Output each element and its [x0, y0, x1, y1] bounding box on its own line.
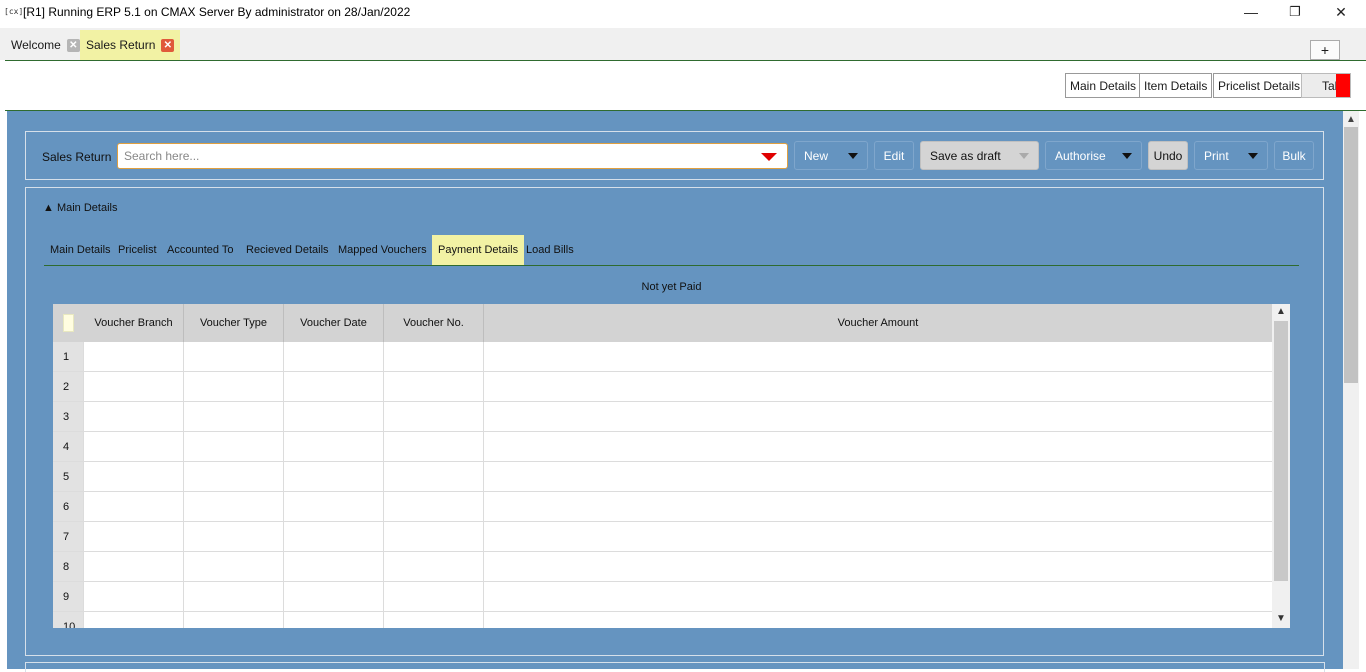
window-title: [R1] Running ERP 5.1 on CMAX Server By a… — [23, 5, 411, 19]
tab-load-bills[interactable]: Load Bills — [520, 235, 580, 265]
row-number: 5 — [63, 471, 70, 483]
print-button[interactable]: Print — [1194, 141, 1268, 170]
section-title: Main Details — [56, 202, 118, 214]
search-input[interactable] — [124, 149, 744, 163]
edit-button-label: Edit — [883, 148, 905, 163]
row-number: 2 — [63, 381, 70, 393]
column-header[interactable]: Voucher No. — [384, 304, 484, 342]
scrollbar-thumb[interactable] — [1274, 321, 1288, 581]
add-tab-button[interactable]: + — [1310, 40, 1340, 60]
table-row[interactable]: 1 — [53, 342, 1272, 372]
title-bar: [cx] [R1] Running ERP 5.1 on CMAX Server… — [0, 0, 1366, 24]
tabs-button[interactable]: Tabs — [1301, 73, 1351, 98]
close-icon: ✕ — [1335, 3, 1347, 20]
chevron-down-icon[interactable] — [1122, 153, 1132, 159]
column-divider — [383, 342, 384, 628]
table-row[interactable]: 8 — [53, 552, 1272, 582]
bulk-label: Bulk — [1282, 148, 1306, 163]
tab-recieved-details[interactable]: Recieved Details — [240, 235, 335, 265]
tab-label: Sales Return — [86, 38, 156, 52]
new-button-label: New — [804, 148, 829, 163]
undo-label: Undo — [1153, 148, 1183, 163]
table-row[interactable]: 4 — [53, 432, 1272, 462]
chevron-down-icon[interactable] — [848, 153, 858, 159]
print-label: Print — [1204, 148, 1229, 163]
scroll-down-icon[interactable]: ▼ — [1276, 613, 1286, 624]
table-row[interactable]: 2 — [53, 372, 1272, 402]
chevron-down-icon[interactable] — [1019, 153, 1029, 159]
view-toolbar: Main Details Item Details Pricelist Deta… — [5, 61, 1366, 110]
table-row[interactable]: 6 — [53, 492, 1272, 522]
scroll-up-icon[interactable]: ▲ — [1276, 306, 1286, 317]
tab-mapped-vouchers[interactable]: Mapped Vouchers — [332, 235, 433, 265]
section-header[interactable]: ▲ Main Details — [43, 202, 117, 214]
close-window-button[interactable]: ✕ — [1318, 0, 1364, 24]
tab-pricelist[interactable]: Pricelist — [112, 235, 163, 265]
collapse-icon: ▲ — [43, 202, 54, 214]
tab-main-details[interactable]: Main Details — [44, 235, 117, 265]
column-header[interactable]: Voucher Branch — [84, 304, 184, 342]
main-details-button[interactable]: Main Details — [1065, 73, 1142, 98]
column-divider — [83, 342, 84, 628]
payment-status: Not yet Paid — [641, 281, 702, 293]
document-tab-strip: Welcome ✕ Sales Return ✕ + — [0, 28, 1366, 60]
pricelist-details-button[interactable]: Pricelist Details — [1213, 73, 1306, 98]
search-field[interactable] — [117, 143, 788, 169]
tab-accounted-to[interactable]: Accounted To — [161, 235, 239, 265]
save-as-draft-button[interactable]: Save as draft — [920, 141, 1039, 170]
restore-button[interactable]: ❐ — [1272, 0, 1318, 24]
close-tab-icon[interactable]: ✕ — [66, 38, 80, 52]
restore-icon: ❐ — [1289, 4, 1301, 19]
grid-scrollbar[interactable]: ▲ ▼ — [1272, 304, 1290, 628]
new-button[interactable]: New — [794, 141, 868, 170]
row-number: 7 — [63, 531, 70, 543]
table-row[interactable]: 10 — [53, 612, 1272, 628]
row-number: 1 — [63, 351, 70, 363]
column-header[interactable]: Voucher Amount — [484, 304, 1272, 342]
column-header[interactable]: Voucher Date — [284, 304, 384, 342]
divider — [44, 265, 1299, 266]
row-number: 6 — [63, 501, 70, 513]
column-divider — [283, 342, 284, 628]
undo-button[interactable]: Undo — [1148, 141, 1188, 170]
tab-payment-details[interactable]: Payment Details — [432, 235, 525, 265]
app-logo-icon: [cx] — [4, 7, 24, 16]
save-as-draft-label: Save as draft — [930, 148, 1001, 163]
red-marker — [1336, 74, 1350, 97]
select-all-checkbox[interactable] — [63, 314, 74, 332]
table-row[interactable]: 7 — [53, 522, 1272, 552]
column-header[interactable]: Voucher Type — [184, 304, 284, 342]
row-number: 3 — [63, 411, 70, 423]
payment-grid: Voucher Branch Voucher Type Voucher Date… — [53, 304, 1290, 628]
row-number: 9 — [63, 591, 70, 603]
authorise-label: Authorise — [1055, 148, 1106, 163]
table-row[interactable]: 3 — [53, 402, 1272, 432]
edit-button[interactable]: Edit — [874, 141, 914, 170]
authorise-button[interactable]: Authorise — [1045, 141, 1142, 170]
minimize-icon: — — [1244, 4, 1258, 20]
dropdown-arrow-icon[interactable] — [761, 153, 777, 161]
row-number: 10 — [63, 621, 76, 628]
form-label: Sales Return — [42, 150, 112, 164]
column-divider — [183, 342, 184, 628]
select-all-cell[interactable] — [53, 304, 84, 342]
grid-header: Voucher Branch Voucher Type Voucher Date… — [53, 304, 1272, 342]
tab-label: Welcome — [11, 38, 61, 52]
next-panel — [25, 662, 1325, 672]
table-row[interactable]: 9 — [53, 582, 1272, 612]
close-tab-icon[interactable]: ✕ — [161, 38, 175, 52]
scroll-up-icon[interactable]: ▲ — [1346, 114, 1356, 125]
table-row[interactable]: 5 — [53, 462, 1272, 492]
row-number: 4 — [63, 441, 70, 453]
minimize-button[interactable]: — — [1228, 0, 1274, 24]
column-divider — [483, 342, 484, 628]
row-number: 8 — [63, 561, 70, 573]
scrollbar-thumb[interactable] — [1344, 127, 1358, 383]
tab-welcome[interactable]: Welcome ✕ — [5, 30, 86, 60]
bulk-button[interactable]: Bulk — [1274, 141, 1314, 170]
tab-sales-return[interactable]: Sales Return ✕ — [80, 30, 181, 60]
page-scrollbar[interactable]: ▲ — [1343, 111, 1359, 669]
item-details-button[interactable]: Item Details — [1139, 73, 1213, 98]
chevron-down-icon[interactable] — [1248, 153, 1258, 159]
